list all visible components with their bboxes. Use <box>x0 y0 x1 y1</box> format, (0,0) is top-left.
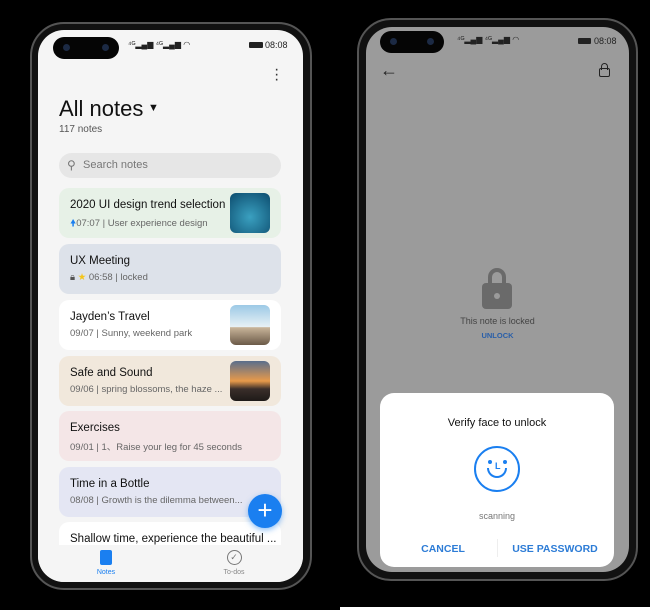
add-note-button[interactable]: + <box>248 494 282 528</box>
search-input[interactable]: ⚲ Search notes <box>59 153 281 178</box>
unlock-link[interactable]: UNLOCK <box>366 331 629 340</box>
lock-icon: 🔒︎ <box>70 272 76 283</box>
thumbnail-sunset <box>230 361 270 401</box>
battery-icon <box>249 42 263 48</box>
cancel-button[interactable]: CANCEL <box>400 543 486 555</box>
thumbnail-beach <box>230 305 270 345</box>
check-circle-icon: ✓ <box>226 550 242 565</box>
thumbnail-boat <box>230 193 270 233</box>
signal-icon: ⁴ᴳ▂▄▆ ⁴ᴳ▂▄▆ ◠ <box>457 35 520 44</box>
bottom-nav: Notes ✓ To-dos <box>38 545 303 582</box>
large-lock-icon <box>482 268 512 309</box>
signal-icon: ⁴ᴳ▂▄▆ ⁴ᴳ▂▄▆ ◠ <box>128 40 191 49</box>
back-arrow-icon[interactable]: ← <box>380 60 398 81</box>
note-item[interactable]: UX Meeting 🔒︎ ★ 06:58 | locked <box>59 244 281 294</box>
note-item[interactable]: Safe and Sound 09/06 | spring blossoms, … <box>59 356 281 406</box>
locked-message: This note is locked <box>460 316 535 326</box>
search-icon: ⚲ <box>67 158 76 172</box>
page-title: All notes <box>59 96 144 121</box>
locked-note-screen: ⁴ᴳ▂▄▆ ⁴ᴳ▂▄▆ ◠ 08:08 ← This note is locke… <box>366 27 629 572</box>
tab-todos[interactable]: ✓ To-dos <box>214 550 254 576</box>
notes-screen: ⁴ᴳ▂▄▆ ⁴ᴳ▂▄▆ ◠ 08:08 · · · All notes ▼ 117 … <box>38 30 303 582</box>
face-icon: L <box>474 446 520 492</box>
search-placeholder: Search notes <box>83 159 148 171</box>
notes-icon <box>100 550 112 565</box>
camera-cutout <box>380 31 444 53</box>
battery-icon <box>578 38 591 44</box>
face-verify-dialog: Verify face to unlock L scanning CANCEL … <box>380 393 614 567</box>
status-time: 08:08 <box>265 40 288 50</box>
scanning-status: scanning <box>478 511 516 521</box>
star-icon: ★ <box>77 272 87 283</box>
use-password-button[interactable]: USE PASSWORD <box>500 543 610 555</box>
note-item[interactable]: Jayden’s Travel 09/07 | Sunny, weekend p… <box>59 300 281 350</box>
more-menu-icon[interactable]: · · · <box>274 62 279 88</box>
note-item[interactable]: 2020 UI design trend selection 🠝07:07 | … <box>59 188 281 238</box>
notes-count: 117 notes <box>59 124 103 135</box>
tab-notes[interactable]: Notes <box>86 550 126 576</box>
folder-dropdown-icon[interactable]: ▼ <box>148 102 159 114</box>
dialog-divider <box>497 539 498 557</box>
dialog-title: Verify face to unlock <box>447 417 547 429</box>
status-time: 08:08 <box>594 36 617 46</box>
camera-cutout <box>53 37 119 59</box>
note-item[interactable]: Exercises 09/01 | 1、Raise your leg for 4… <box>59 411 281 461</box>
